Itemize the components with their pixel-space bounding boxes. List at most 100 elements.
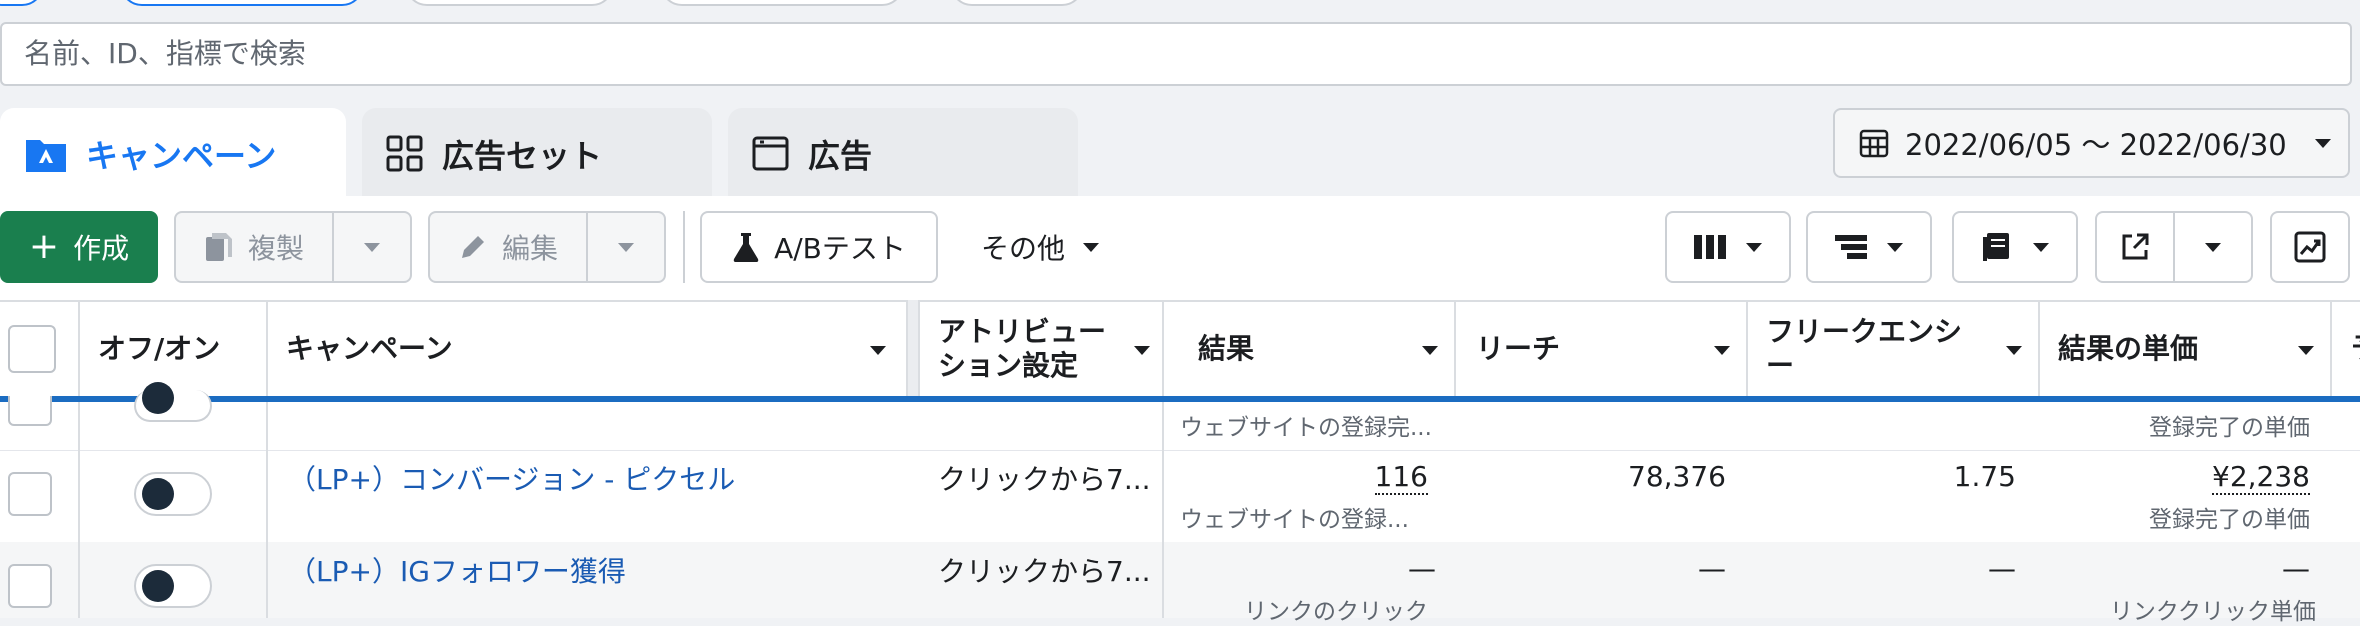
column-divider bbox=[2330, 300, 2332, 398]
header-label: アトリビューション設定 bbox=[938, 315, 1107, 382]
filter-pill[interactable] bbox=[405, 0, 614, 6]
charts-button[interactable] bbox=[2270, 211, 2350, 283]
toolbar-divider bbox=[683, 211, 685, 283]
filter-pill[interactable] bbox=[0, 0, 44, 6]
duplicate-button[interactable]: 複製 bbox=[174, 211, 334, 283]
more-menu-button[interactable]: その他 bbox=[960, 211, 1120, 283]
reports-icon bbox=[1983, 233, 2009, 261]
results-value: — bbox=[1408, 552, 1436, 585]
column-divider bbox=[1454, 300, 1456, 398]
column-divider bbox=[1162, 402, 1164, 618]
toggle-knob bbox=[142, 478, 174, 510]
ad-window-icon bbox=[752, 136, 789, 171]
header-onoff[interactable]: オフ/オン bbox=[80, 300, 266, 398]
breakdown-button[interactable] bbox=[1806, 211, 1932, 283]
edit-button[interactable]: 編集 bbox=[428, 211, 588, 283]
chevron-down-icon bbox=[1746, 242, 1762, 252]
reports-button[interactable] bbox=[1952, 211, 2078, 283]
plus-icon: + bbox=[28, 226, 60, 267]
sort-chevron-icon[interactable] bbox=[2298, 346, 2314, 355]
cost-sub: 登録完了の単価 bbox=[2149, 415, 2310, 441]
chevron-down-icon bbox=[1083, 242, 1099, 252]
calendar-icon bbox=[1859, 129, 1889, 158]
sort-chevron-icon[interactable] bbox=[1134, 346, 1150, 355]
header-label: リーチ bbox=[1476, 332, 1561, 365]
filter-pill[interactable] bbox=[660, 0, 904, 6]
export-button[interactable] bbox=[2095, 211, 2175, 283]
sort-chevron-icon[interactable] bbox=[870, 346, 886, 355]
column-divider bbox=[266, 402, 268, 618]
chevron-down-icon bbox=[618, 242, 634, 252]
header-attribution[interactable]: アトリビューション設定 bbox=[920, 300, 1162, 398]
cost-value[interactable]: ¥2,238 bbox=[2040, 460, 2310, 495]
edit-dropdown[interactable] bbox=[586, 211, 666, 283]
campaign-name-link[interactable]: （LP+）IGフォロワー獲得 bbox=[288, 550, 626, 590]
cost-number[interactable]: ¥2,238 bbox=[2212, 460, 2310, 495]
create-button[interactable]: + 作成 bbox=[0, 211, 158, 283]
tab-label: キャンペーン bbox=[86, 137, 277, 175]
chevron-down-icon bbox=[2205, 242, 2221, 252]
reach-value: 78,376 bbox=[1628, 460, 1726, 493]
edit-label: 編集 bbox=[501, 232, 558, 265]
column-divider bbox=[78, 402, 80, 618]
chart-trend-icon bbox=[2294, 231, 2326, 263]
cost-sub: リンククリック単価 bbox=[2109, 599, 2316, 625]
duplicate-dropdown[interactable] bbox=[332, 211, 412, 283]
ab-test-label: A/Bテスト bbox=[774, 232, 906, 265]
row-checkbox[interactable] bbox=[8, 472, 52, 516]
grid-icon bbox=[386, 135, 423, 172]
results-sub: ウェブサイトの登録... bbox=[1180, 507, 1409, 533]
header-label: 予 bbox=[2352, 332, 2360, 366]
header-next[interactable]: 予 bbox=[2332, 300, 2360, 398]
duplicate-icon bbox=[205, 233, 232, 261]
campaign-name-link[interactable]: （LP+）コンバージョン - ピクセル bbox=[288, 458, 735, 498]
header-frequency[interactable]: フリークエンシー bbox=[1748, 300, 2038, 398]
row-toggle[interactable] bbox=[134, 382, 212, 422]
chevron-down-icon bbox=[1887, 242, 1903, 252]
sort-chevron-icon[interactable] bbox=[1714, 346, 1730, 355]
toggle-knob bbox=[142, 570, 174, 602]
header-label: オフ/オン bbox=[98, 332, 221, 365]
flask-icon bbox=[733, 233, 759, 262]
results-value[interactable]: 116 bbox=[1180, 460, 1428, 495]
ab-test-button[interactable]: A/Bテスト bbox=[700, 211, 938, 283]
chevron-down-icon bbox=[364, 242, 380, 252]
sort-chevron-icon[interactable] bbox=[1422, 346, 1438, 355]
tab-campaigns[interactable]: キャンペーン bbox=[0, 108, 346, 200]
header-label: 結果 bbox=[1198, 332, 1255, 365]
row-toggle[interactable] bbox=[134, 564, 212, 608]
header-results[interactable]: 結果 bbox=[1164, 300, 1454, 398]
row-checkbox[interactable] bbox=[8, 564, 52, 608]
breakdown-icon bbox=[1835, 235, 1867, 259]
tab-ads[interactable]: 広告 bbox=[728, 108, 1078, 200]
export-dropdown[interactable] bbox=[2173, 211, 2253, 283]
sort-chevron-icon[interactable] bbox=[2006, 346, 2022, 355]
header-reach[interactable]: リーチ bbox=[1456, 300, 1746, 398]
header-campaign[interactable]: キャンペーン bbox=[268, 300, 908, 398]
date-range-button[interactable]: 2022/06/05 〜 2022/06/30 bbox=[1833, 108, 2350, 178]
toggle-knob bbox=[142, 382, 174, 414]
selection-indicator bbox=[0, 396, 2360, 402]
campaign-folder-icon bbox=[26, 140, 66, 172]
export-icon bbox=[2122, 233, 2149, 260]
search-input[interactable]: 名前、ID、指標で検索 bbox=[0, 22, 2352, 86]
tab-adsets[interactable]: 広告セット bbox=[362, 108, 712, 200]
filter-pill[interactable] bbox=[120, 0, 364, 6]
chevron-down-icon bbox=[2314, 138, 2331, 148]
tab-label: 広告セット bbox=[442, 137, 603, 175]
select-all-checkbox[interactable] bbox=[8, 325, 56, 373]
tab-label: 広告 bbox=[808, 137, 873, 175]
filter-pill[interactable] bbox=[950, 0, 1084, 6]
chevron-down-icon bbox=[2033, 242, 2049, 252]
results-number[interactable]: 116 bbox=[1374, 460, 1428, 495]
row-toggle[interactable] bbox=[134, 472, 212, 516]
frequency-value: 1.75 bbox=[1953, 460, 2016, 493]
results-sub: ウェブサイトの登録完... bbox=[1180, 415, 1432, 441]
header-label: キャンペーン bbox=[286, 332, 453, 365]
columns-button[interactable] bbox=[1665, 211, 1791, 283]
header-label: 結果の単価 bbox=[2058, 332, 2199, 365]
header-cost-per-result[interactable]: 結果の単価 bbox=[2040, 300, 2330, 398]
header-label: フリークエンシー bbox=[1766, 315, 1963, 382]
column-divider bbox=[2038, 300, 2040, 398]
row-checkbox[interactable] bbox=[8, 396, 52, 426]
